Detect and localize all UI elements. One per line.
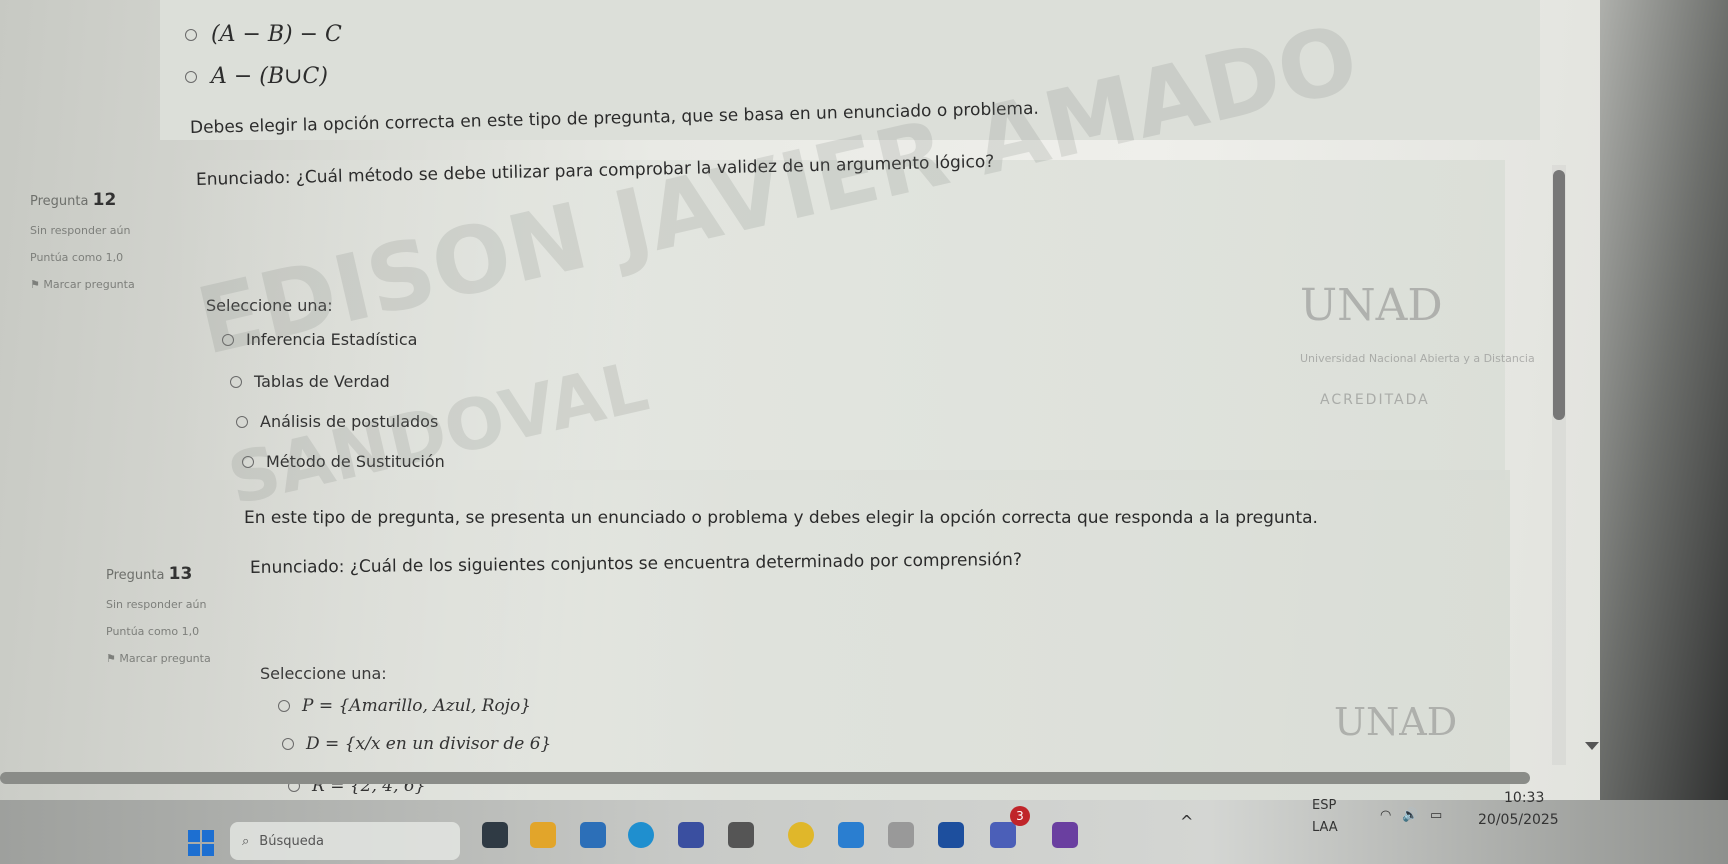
screen: (A − B) − C A − (B∪C) Pregunta 12 Sin re…: [0, 0, 1728, 864]
q13-option-1[interactable]: P = {Amarillo, Azul, Rojo}: [278, 696, 531, 716]
scrollbar-thumb[interactable]: [1553, 170, 1565, 420]
clock-time[interactable]: 10:33: [1504, 790, 1544, 806]
radio-icon[interactable]: [185, 28, 197, 41]
question-number: Pregunta 12: [30, 190, 117, 210]
search-placeholder: Búsqueda: [259, 833, 324, 849]
notification-badge: 3: [1010, 806, 1030, 826]
flag-question-link[interactable]: ⚑ Marcar pregunta: [30, 278, 170, 291]
battery-icon[interactable]: ▭: [1430, 808, 1442, 823]
select-one-label: Seleccione una:: [206, 296, 333, 315]
taskbar-search[interactable]: ⌕ Búsqueda: [230, 822, 460, 860]
edge-icon[interactable]: [628, 822, 654, 848]
option-label: Inferencia Estadística: [246, 330, 418, 349]
radio-icon[interactable]: [222, 333, 234, 346]
question-status: Sin responder aún: [30, 224, 131, 237]
q12-option-3[interactable]: Análisis de postulados: [236, 412, 438, 431]
radio-icon[interactable]: [236, 415, 248, 428]
unad-badge: ACREDITADA: [1320, 392, 1430, 408]
wifi-icon[interactable]: ◠: [1380, 808, 1391, 823]
unad-logo: UNAD: [1300, 280, 1443, 331]
teams-icon[interactable]: [990, 822, 1016, 848]
option-label: (A − B) − C: [211, 22, 342, 47]
radio-icon[interactable]: [242, 455, 254, 468]
unad-subtitle: Universidad Nacional Abierta y a Distanc…: [1300, 352, 1535, 365]
windows-start-icon[interactable]: [188, 830, 214, 856]
radio-icon[interactable]: [282, 738, 294, 750]
q12-option-4[interactable]: Método de Sustitución: [242, 452, 445, 471]
chevron-down-icon[interactable]: [1585, 742, 1599, 750]
option-label: P = {Amarillo, Azul, Rojo}: [302, 696, 532, 716]
app-icon[interactable]: [888, 822, 914, 848]
language-indicator[interactable]: ESP: [1312, 798, 1336, 813]
option-label: Tablas de Verdad: [254, 372, 390, 391]
radio-icon[interactable]: [185, 70, 197, 83]
option-label: D = {x/x en un divisor de 6}: [306, 734, 552, 754]
word-icon[interactable]: [938, 822, 964, 848]
question-13-instruction: En este tipo de pregunta, se presenta un…: [244, 508, 1318, 528]
horizontal-scrollbar[interactable]: [0, 772, 1530, 784]
previous-option-1[interactable]: (A − B) − C: [185, 22, 342, 47]
chevron-up-icon[interactable]: ^: [1180, 812, 1193, 831]
option-label: Análisis de postulados: [260, 412, 439, 431]
app-icon[interactable]: [1052, 822, 1078, 848]
store-icon[interactable]: [580, 822, 606, 848]
vscode-icon[interactable]: [838, 822, 864, 848]
previous-option-2[interactable]: A − (B∪C): [185, 64, 328, 89]
q13-option-2[interactable]: D = {x/x en un divisor de 6}: [282, 734, 551, 754]
select-one-label: Seleccione una:: [260, 664, 387, 683]
question-12-info: Pregunta 12 Sin responder aún Puntúa com…: [30, 190, 170, 305]
unad-logo: UNAD: [1334, 700, 1458, 744]
task-view-icon[interactable]: [482, 822, 508, 848]
radio-icon[interactable]: [278, 700, 290, 712]
option-label: Método de Sustitución: [266, 452, 445, 471]
clock-date[interactable]: 20/05/2025: [1478, 812, 1559, 828]
q12-option-1[interactable]: Inferencia Estadística: [222, 330, 417, 349]
chrome-icon[interactable]: [788, 822, 814, 848]
file-explorer-icon[interactable]: [530, 822, 556, 848]
keyboard-layout[interactable]: LAA: [1312, 820, 1338, 835]
search-icon: ⌕: [242, 833, 250, 849]
q12-option-2[interactable]: Tablas de Verdad: [230, 372, 390, 391]
option-label: A − (B∪C): [211, 64, 328, 89]
radio-icon[interactable]: [230, 375, 242, 388]
question-score: Puntúa como 1,0: [30, 251, 124, 264]
volume-icon[interactable]: 🔊: [1402, 808, 1418, 823]
app-icon[interactable]: [678, 822, 704, 848]
app-icon[interactable]: [728, 822, 754, 848]
